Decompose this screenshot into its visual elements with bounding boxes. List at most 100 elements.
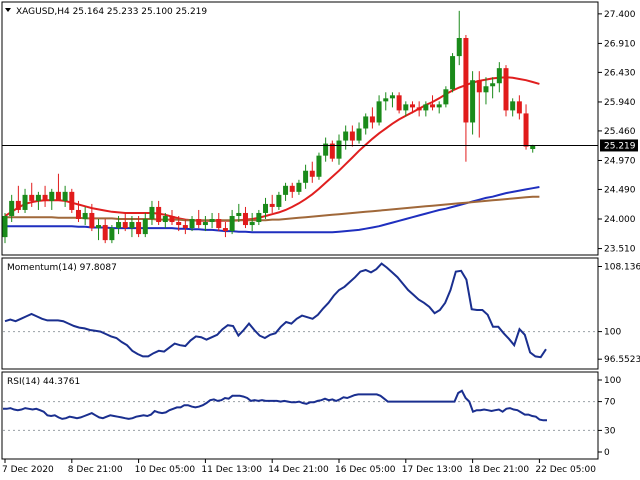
candle-body [283,185,289,195]
candle-body [369,116,375,123]
candle-body [516,101,522,114]
chart-canvas: 27.400 26.910 26.430 25.940 25.460 24.970 24.4… [1,1,640,475]
price-tick-label: 26.430 [604,68,636,78]
candle-body [450,56,456,90]
price-tick-label: 25.940 [604,98,636,108]
candle-body [55,191,61,201]
current-price-text: 25.219 [604,141,636,151]
price-tick-label: 24.970 [604,156,636,166]
candle-body [2,215,8,238]
candle-body [249,222,255,226]
candle-body [102,225,108,241]
candle-body [129,222,135,229]
candle-body [156,206,162,223]
momentum-label: Momentum(14) 97.8087 [7,263,117,273]
time-tick-label: 16 Dec 05:00 [335,465,396,475]
candle-body [510,101,516,111]
candle-body [383,98,389,102]
candle [396,92,402,114]
momentum-panel [1,257,599,370]
momentum-tick-label: 108.1367 [604,263,640,273]
candle [443,86,449,108]
candle-body [42,194,48,201]
candle-body [49,191,55,201]
rsi-tick-label: 100 [604,376,621,386]
candle [450,53,456,93]
candle-body [276,194,282,207]
price-tick-label: 27.400 [604,10,636,20]
candle-body [15,200,21,210]
candle-body [296,182,302,192]
candle-body [443,89,449,105]
time-axis: 7 Dec 2020 8 Dec 21:00 10 Dec 05:00 11 Dec … [2,459,596,475]
candle-body [22,194,28,210]
price-tick-label: 24.490 [604,185,636,195]
time-tick-label: 10 Dec 05:00 [135,465,196,475]
candle-body [289,185,295,192]
candle-body [523,113,529,147]
candle-body [336,140,342,159]
candle-body [242,212,248,226]
rsi-tick-label: 0 [604,448,610,458]
price-axis: 27.400 26.910 26.430 25.940 25.460 24.970 24.4… [598,10,636,255]
candle-body [470,80,476,123]
candle-body [303,170,309,183]
candle [316,152,322,180]
candle-body [403,104,409,111]
candle-body [9,200,15,216]
candle-body [62,191,68,201]
time-tick-label: 11 Dec 13:00 [201,465,262,475]
candle-body [189,219,195,229]
rsi-tick-label: 30 [604,426,616,436]
candle-body [142,219,148,235]
candle-body [263,203,269,213]
candle-body [109,228,115,241]
candle-body [229,215,235,232]
candle-body [343,131,349,141]
candle-body [196,219,202,226]
candle-body [149,206,155,220]
price-tick-label: 26.910 [604,39,636,49]
candle-body [476,80,482,93]
candle [69,188,75,213]
candle-body [436,104,442,108]
candle-body [82,212,88,220]
candle-body [116,222,122,229]
momentum-tick-label: 100 [604,328,621,338]
time-tick-label: 22 Dec 05:00 [535,465,596,475]
candle-body [389,95,395,99]
candle-body [96,225,102,229]
candle-body [29,194,35,201]
candle-body [209,219,215,223]
time-tick-label: 14 Dec 21:00 [268,465,329,475]
candle-body [363,116,369,129]
candle-body [222,228,228,232]
candle-body [423,104,429,111]
candle-body [162,215,168,223]
candle-body [122,222,128,229]
symbol-header: XAGUSD,H4 25.164 25.233 25.100 25.219 [16,7,207,17]
price-tick-label: 23.510 [604,245,636,255]
candle-body [349,131,355,141]
candle-body [503,68,509,111]
candle-body [409,104,415,108]
candle-body [396,95,402,111]
rsi-axis: 100 70 30 0 [598,376,621,458]
candle [329,140,335,162]
candle-body [356,128,362,141]
candle-body [35,194,41,201]
candle-body [430,104,436,108]
price-tick-label: 25.460 [604,127,636,137]
candle-body [202,222,208,226]
rsi-tick-label: 70 [604,398,616,408]
candle-body [316,155,322,177]
candle-body [169,215,175,223]
time-tick-label: 17 Dec 13:00 [402,465,463,475]
rsi-panel [1,371,599,460]
price-tick-label: 24.000 [604,215,636,225]
candle-body [456,37,462,57]
candle-body [463,37,469,123]
time-tick-label: 8 Dec 21:00 [68,465,123,475]
candle-body [236,212,242,216]
candle-body [182,225,188,229]
